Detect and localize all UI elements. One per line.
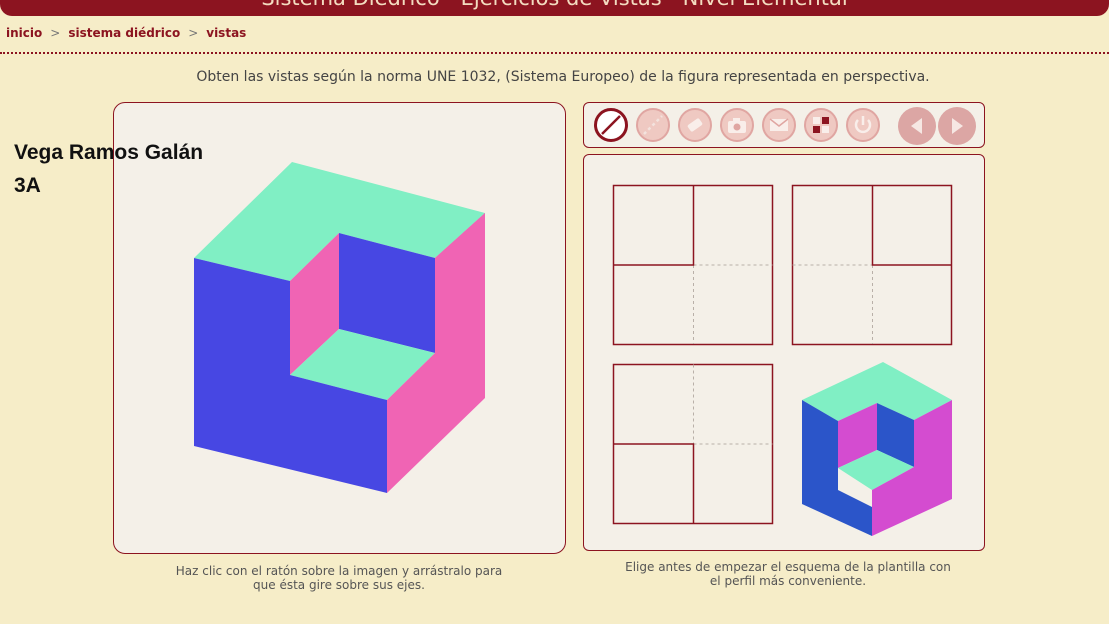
figure-thumbnail (802, 362, 952, 536)
student-group: 3A (14, 174, 41, 197)
views-panel (583, 154, 985, 551)
rotate-instructions: Haz clic con el ratón sobre la imagen y … (150, 564, 528, 592)
line-tool-button[interactable] (594, 108, 628, 142)
power-tool-button[interactable] (846, 108, 880, 142)
breadcrumb-home-link[interactable]: inicio (6, 26, 42, 40)
envelope-icon (769, 118, 789, 131)
arrow-left-icon (911, 118, 922, 134)
student-name: Vega Ramos Galán (14, 141, 204, 164)
line-icon (601, 115, 621, 135)
page-title: Sistema Diédrico - Ejercicios de Vistas … (0, 0, 1109, 10)
eraser-icon (687, 118, 703, 132)
previous-button[interactable] (898, 107, 936, 145)
camera-tool-button[interactable] (720, 108, 754, 142)
drawing-toolbar (583, 102, 985, 148)
eraser-tool-button[interactable] (678, 108, 712, 142)
layout-icon (813, 117, 829, 133)
template-instructions: Elige antes de empezar el esquema de la … (590, 560, 986, 588)
layout-tool-button[interactable] (804, 108, 838, 142)
dashed-line-icon (643, 115, 663, 135)
power-icon (854, 116, 872, 134)
breadcrumb-separator: > (188, 26, 199, 40)
breadcrumb-sistema-diedrico-link[interactable]: sistema diédrico (68, 26, 180, 40)
template-instructions-line-2: el perfil más conveniente. (709, 574, 867, 588)
side-view-template[interactable] (791, 184, 953, 346)
exercise-instruction: Obten las vistas según la norma UNE 1032… (196, 69, 930, 85)
top-banner: Sistema Diédrico - Ejercicios de Vistas … (0, 0, 1109, 16)
front-view-template[interactable] (612, 184, 774, 346)
breadcrumb-vistas-link[interactable]: vistas (206, 26, 246, 40)
dashed-line-tool-button[interactable] (636, 108, 670, 142)
breadcrumb: inicio > sistema diédrico > vistas (6, 26, 246, 40)
template-instructions-line-1: Elige antes de empezar el esquema de la … (625, 560, 951, 574)
header-divider (0, 52, 1109, 54)
email-tool-button[interactable] (762, 108, 796, 142)
rotate-instructions-line-1: Haz clic con el ratón sobre la imagen y … (175, 564, 503, 578)
rotate-instructions-line-2: que ésta gire sobre sus ejes. (253, 578, 425, 592)
breadcrumb-separator: > (50, 26, 61, 40)
arrow-right-icon (952, 118, 963, 134)
student-label: Vega Ramos Galán 3A (14, 136, 203, 202)
views-drawing[interactable] (584, 155, 984, 550)
top-view-template[interactable] (612, 363, 774, 525)
camera-icon (728, 118, 746, 133)
next-button[interactable] (938, 107, 976, 145)
